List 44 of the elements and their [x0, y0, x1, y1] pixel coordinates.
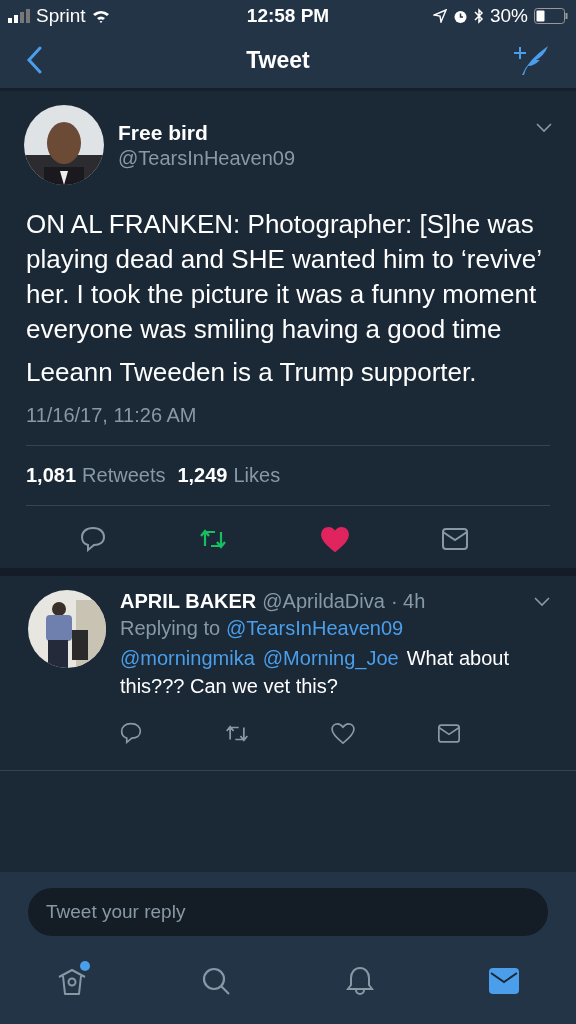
mention-link[interactable]: @Morning_Joe [262, 647, 399, 669]
reply-text: @morningmika @Morning_Joe What about this??? Can we vet this? [120, 646, 511, 699]
bell-icon [345, 966, 375, 996]
reply-icon[interactable] [80, 526, 106, 552]
heart-icon[interactable] [320, 526, 349, 552]
retweet-icon[interactable] [224, 723, 249, 743]
like-count: 1,249 [177, 464, 228, 487]
user-name[interactable]: APRIL BAKER [120, 590, 257, 613]
carrier-name: Sprint [36, 5, 86, 27]
likes-label[interactable]: Likes [233, 464, 281, 487]
bluetooth-icon [473, 8, 484, 24]
retweet-count: 1,081 [26, 464, 77, 487]
chevron-down-icon[interactable] [534, 596, 550, 607]
user-name[interactable]: Free bird [118, 120, 522, 145]
alarm-icon [452, 8, 468, 24]
battery-icon [534, 8, 568, 24]
mail-icon[interactable] [442, 528, 468, 550]
clock-time: 12:58 PM [246, 5, 330, 27]
retweets-label[interactable]: Retweets [82, 464, 166, 487]
screen-title: Tweet [246, 46, 310, 74]
notification-dot [80, 961, 90, 971]
chevron-down-icon[interactable] [536, 123, 552, 133]
signal-icon [8, 9, 30, 23]
heart-icon[interactable] [331, 722, 356, 744]
location-icon [432, 9, 447, 23]
battery-percent: 30% [489, 5, 528, 27]
mention-link[interactable]: @morningmika [120, 647, 255, 669]
search-icon [201, 966, 231, 996]
reply-icon[interactable] [120, 722, 142, 744]
tweet-timestamp: 11/16/17, 11:26 AM [26, 390, 550, 446]
tweet-text: Leeann Tweeden is a Trump supporter. [26, 356, 478, 389]
mail-icon[interactable] [437, 723, 460, 743]
wifi-icon [91, 9, 110, 23]
mention-link[interactable]: @TearsInHeaven09 [226, 617, 404, 639]
retweet-icon[interactable] [199, 528, 228, 550]
tweet-text: ON AL FRANKEN: Photographer: [S]he was playing dead and SHE wanted him to ‘revive’ her. I took the picture it was a funny moment everyone was smiling having a good time [26, 208, 542, 346]
user-handle[interactable]: @TearsInHeaven09 [118, 146, 522, 170]
reply-input[interactable]: Tweet your reply [28, 888, 548, 936]
back-icon[interactable] [26, 46, 42, 74]
mail-icon [489, 968, 519, 994]
replying-label: Replying to [120, 617, 221, 639]
reply-time: · 4h [390, 590, 426, 613]
compose-icon[interactable] [514, 44, 550, 76]
user-handle[interactable]: @AprildaDiva [262, 590, 385, 613]
